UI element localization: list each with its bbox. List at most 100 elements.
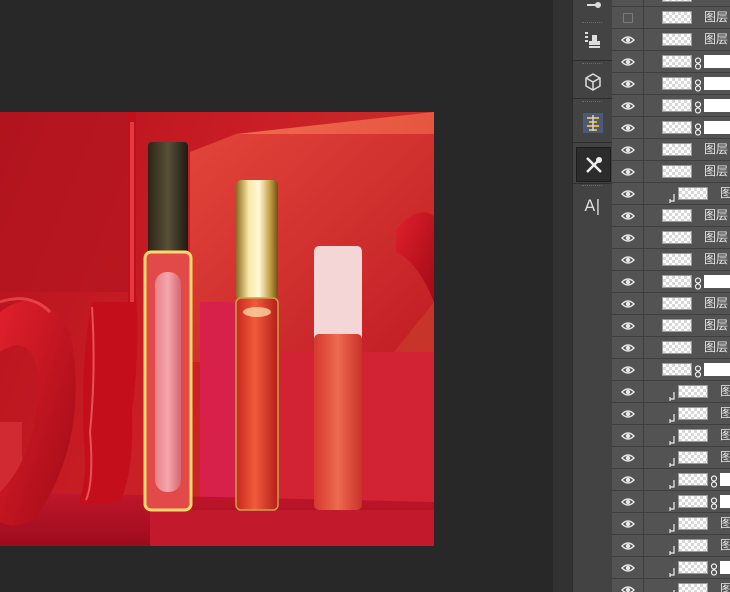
visibility-eye-icon[interactable] (612, 315, 644, 336)
layer-thumbnail[interactable] (662, 297, 692, 310)
layer-row[interactable] (612, 117, 730, 139)
layer-row[interactable]: 图层 (612, 447, 730, 469)
visibility-eye-icon[interactable] (612, 95, 644, 116)
layer-name[interactable]: 图层 (704, 296, 728, 311)
layer-name[interactable]: 图层 (720, 516, 730, 531)
layer-row[interactable] (612, 557, 730, 579)
layer-thumbnail[interactable] (678, 407, 708, 420)
layer-row[interactable] (612, 359, 730, 381)
layer-row[interactable] (612, 95, 730, 117)
layer-name[interactable]: 图层 (704, 10, 728, 25)
visibility-eye-icon[interactable] (612, 447, 644, 468)
layer-row[interactable] (612, 469, 730, 491)
layer-mask-thumbnail[interactable] (720, 561, 730, 574)
layer-thumbnail[interactable] (662, 77, 692, 90)
layer-thumbnail[interactable] (662, 33, 692, 46)
layer-name[interactable]: 图层 (720, 384, 730, 399)
visibility-eye-icon[interactable] (612, 51, 644, 72)
layer-name[interactable]: 图层 (720, 450, 730, 465)
layer-row[interactable]: 图层 (612, 513, 730, 535)
layer-name[interactable]: 图层 (720, 538, 730, 553)
layer-thumbnail[interactable] (662, 341, 692, 354)
layer-thumbnail[interactable] (662, 319, 692, 332)
layer-row[interactable]: 图层 (612, 161, 730, 183)
layer-thumbnail[interactable] (678, 385, 708, 398)
char-style-icon[interactable] (576, 106, 609, 139)
layer-name[interactable]: 图层 (704, 318, 728, 333)
layer-row[interactable] (612, 0, 730, 7)
layer-row[interactable]: 图层 (612, 425, 730, 447)
visibility-eye-icon[interactable] (612, 249, 644, 270)
layer-row[interactable]: 图层 (612, 315, 730, 337)
layer-row[interactable]: 图层 (612, 29, 730, 51)
visibility-eye-icon[interactable] (612, 183, 644, 204)
visibility-eye-icon[interactable] (612, 359, 644, 380)
visibility-eye-icon[interactable] (612, 293, 644, 314)
visibility-eye-icon[interactable] (612, 381, 644, 402)
layer-row[interactable]: 图层 (612, 337, 730, 359)
3d-cube-icon[interactable] (576, 65, 609, 98)
visibility-toggle-empty[interactable] (612, 0, 644, 6)
layer-thumbnail[interactable] (678, 495, 708, 508)
layer-thumbnail[interactable] (678, 187, 708, 200)
layer-thumbnail[interactable] (662, 231, 692, 244)
visibility-eye-icon[interactable] (612, 271, 644, 292)
layer-thumbnail[interactable] (678, 473, 708, 486)
visibility-eye-icon[interactable] (612, 73, 644, 94)
visibility-eye-icon[interactable] (612, 491, 644, 512)
visibility-eye-icon[interactable] (612, 579, 644, 592)
layer-row[interactable] (612, 73, 730, 95)
chain-link-icon[interactable] (694, 99, 702, 114)
layers-panel[interactable]: 图层图层图层图层图层图层图层图层图层图层图层图层图层图层图层图层图层图层 (612, 0, 730, 592)
visibility-eye-icon[interactable] (612, 117, 644, 138)
layer-thumbnail[interactable] (678, 451, 708, 464)
layer-name[interactable]: 图层 (704, 230, 728, 245)
character-icon[interactable]: A| (576, 189, 609, 222)
layer-mask-thumbnail[interactable] (704, 275, 730, 288)
layer-row[interactable]: 图层 (612, 381, 730, 403)
layer-row[interactable]: 图层 (612, 183, 730, 205)
layer-thumbnail[interactable] (678, 583, 708, 592)
layer-mask-thumbnail[interactable] (704, 99, 730, 112)
layer-thumbnail[interactable] (662, 11, 692, 24)
layer-mask-thumbnail[interactable] (720, 473, 730, 486)
brush-preset-icon[interactable] (576, 0, 609, 19)
layer-row[interactable] (612, 271, 730, 293)
layer-thumbnail[interactable] (662, 143, 692, 156)
layer-thumbnail[interactable] (662, 121, 692, 134)
visibility-eye-icon[interactable] (612, 425, 644, 446)
canvas-area[interactable] (0, 0, 553, 592)
layer-name[interactable]: 图层 (720, 582, 730, 592)
layer-thumbnail[interactable] (662, 99, 692, 112)
visibility-eye-icon[interactable] (612, 161, 644, 182)
layer-mask-thumbnail[interactable] (704, 55, 730, 68)
visibility-eye-icon[interactable] (612, 227, 644, 248)
layer-thumbnail[interactable] (662, 55, 692, 68)
layer-thumbnail[interactable] (662, 165, 692, 178)
layer-name[interactable]: 图层 (720, 428, 730, 443)
layer-name[interactable]: 图层 (704, 340, 728, 355)
chain-link-icon[interactable] (710, 561, 718, 576)
layer-mask-thumbnail[interactable] (704, 121, 730, 134)
chain-link-icon[interactable] (710, 495, 718, 510)
layer-row[interactable]: 图层 (612, 579, 730, 592)
visibility-eye-icon[interactable] (612, 557, 644, 578)
layer-row[interactable] (612, 51, 730, 73)
visibility-eye-icon[interactable] (612, 535, 644, 556)
chain-link-icon[interactable] (694, 275, 702, 290)
visibility-eye-icon[interactable] (612, 29, 644, 50)
layer-row[interactable] (612, 491, 730, 513)
visibility-eye-icon[interactable] (612, 337, 644, 358)
tool-presets-icon[interactable] (576, 147, 611, 182)
layer-thumbnail[interactable] (678, 517, 708, 530)
layer-row[interactable]: 图层 (612, 249, 730, 271)
layer-name[interactable]: 图层 (704, 142, 728, 157)
layer-thumbnail[interactable] (678, 429, 708, 442)
layer-thumbnail[interactable] (662, 275, 692, 288)
chain-link-icon[interactable] (694, 363, 702, 378)
layer-thumbnail[interactable] (662, 363, 692, 376)
chain-link-icon[interactable] (694, 121, 702, 136)
chain-link-icon[interactable] (710, 473, 718, 488)
layer-row[interactable]: 图层 (612, 139, 730, 161)
layer-mask-thumbnail[interactable] (720, 495, 730, 508)
